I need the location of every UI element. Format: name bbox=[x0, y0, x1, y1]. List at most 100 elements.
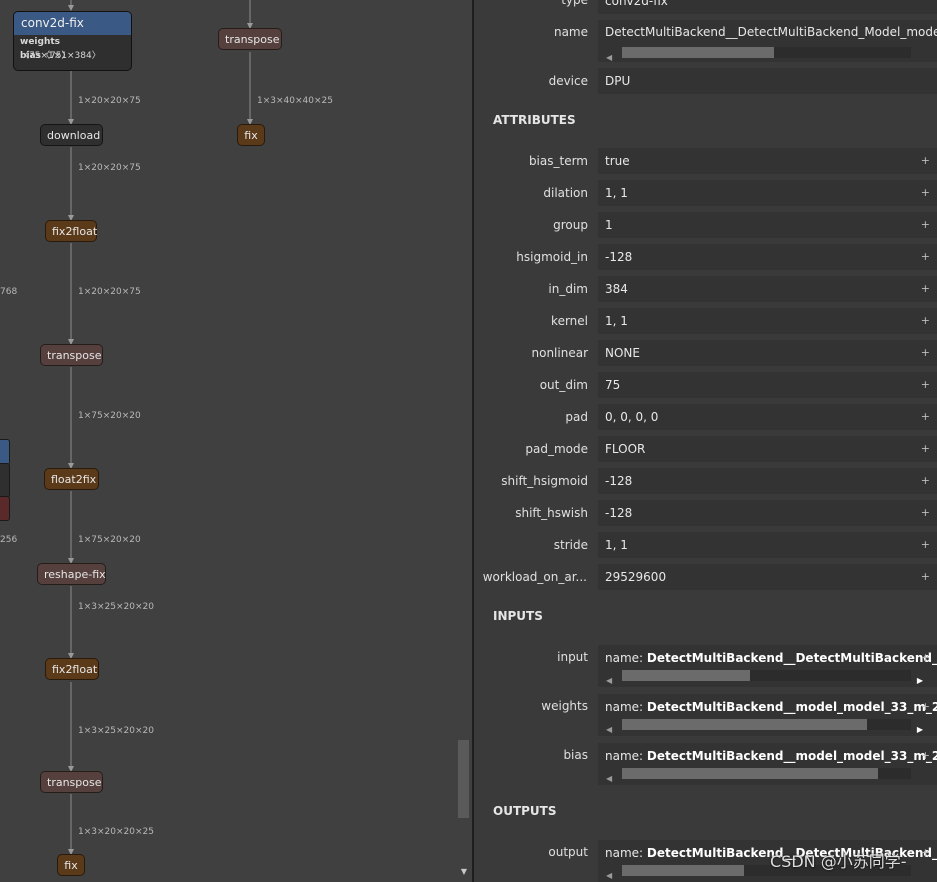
expand-plus-icon[interactable]: + bbox=[921, 468, 930, 494]
node-transpose[interactable]: transpose bbox=[40, 771, 103, 793]
edge-shape-label: 1×20×20×75 bbox=[78, 163, 141, 173]
prop-label-type: type bbox=[561, 0, 588, 7]
scroll-left-arrow-icon[interactable]: ◀ bbox=[606, 45, 612, 62]
node-download[interactable]: download bbox=[40, 124, 103, 146]
input-value-bias[interactable]: name: DetectMultiBackend__model_model_33… bbox=[598, 743, 937, 785]
edge-shape-label: 1×3×25×20×20 bbox=[78, 726, 154, 736]
attr-value-text: FLOOR bbox=[605, 442, 646, 456]
scroll-thumb[interactable] bbox=[622, 719, 867, 730]
expand-plus-icon[interactable]: + bbox=[921, 436, 930, 462]
scroll-left-arrow-icon[interactable]: ◀ bbox=[606, 863, 612, 882]
section-title-attributes: ATTRIBUTES bbox=[493, 113, 576, 127]
partial-node-footer[interactable] bbox=[0, 496, 10, 521]
expand-plus-icon[interactable]: + bbox=[921, 372, 930, 398]
graph-vertical-scrollbar[interactable] bbox=[458, 740, 469, 818]
node-fix2float[interactable]: fix2float bbox=[45, 220, 97, 242]
scroll-left-arrow-icon[interactable]: ◀ bbox=[606, 766, 612, 785]
partial-node-header[interactable] bbox=[0, 439, 10, 465]
expand-plus-icon[interactable]: + bbox=[921, 148, 930, 174]
attr-value-group[interactable]: 1 + bbox=[598, 212, 937, 238]
attr-label: pad_mode bbox=[525, 442, 588, 456]
expand-plus-icon[interactable]: + bbox=[921, 564, 930, 590]
node-transpose[interactable]: transpose bbox=[218, 28, 282, 50]
prop-value-text[interactable]: DetectMultiBackend__DetectMultiBackend_M… bbox=[605, 25, 937, 39]
expand-plus-icon[interactable]: + bbox=[921, 308, 930, 334]
output-label: output bbox=[548, 845, 588, 859]
scroll-right-arrow-icon[interactable]: ▶ bbox=[917, 717, 923, 736]
node-float2fix[interactable]: float2fix bbox=[44, 468, 99, 490]
attr-value-shift_hsigmoid[interactable]: -128 + bbox=[598, 468, 937, 494]
expand-plus-icon[interactable]: + bbox=[921, 212, 930, 238]
node-conv2d-fix[interactable]: conv2d-fix weights〈75×1×1×384〉 bias〈75〉 bbox=[13, 11, 132, 71]
attr-label: group bbox=[553, 218, 588, 232]
node-fix[interactable]: fix bbox=[57, 854, 85, 876]
node-weights-row: weights〈75×1×1×384〉 bbox=[14, 35, 131, 61]
scroll-right-arrow-icon[interactable]: ▶ bbox=[917, 668, 923, 687]
attr-value-out_dim[interactable]: 75 + bbox=[598, 372, 937, 398]
expand-plus-icon[interactable]: + bbox=[921, 244, 930, 270]
edge-shape-label: 1×75×20×20 bbox=[78, 411, 141, 421]
scroll-left-arrow-icon[interactable]: ◀ bbox=[606, 717, 612, 736]
scroll-thumb[interactable] bbox=[622, 768, 878, 779]
prop-value-device: DPU bbox=[598, 68, 937, 94]
io-name-prefix: name: bbox=[605, 651, 644, 665]
edge-shape-label: 1×3×20×20×25 bbox=[78, 827, 154, 837]
scroll-thumb[interactable] bbox=[622, 47, 774, 58]
input-value-weights[interactable]: name: DetectMultiBackend__model_model_33… bbox=[598, 694, 937, 736]
input-value-input[interactable]: name: DetectMultiBackend__DetectMultiBac… bbox=[598, 645, 937, 687]
expand-plus-icon[interactable]: + bbox=[921, 340, 930, 366]
graph-canvas[interactable]: conv2d-fix weights〈75×1×1×384〉 bias〈75〉 … bbox=[0, 0, 472, 882]
node-transpose[interactable]: transpose bbox=[40, 344, 103, 366]
scroll-thumb[interactable] bbox=[622, 865, 744, 876]
expand-plus-icon[interactable]: + bbox=[921, 404, 930, 430]
expand-plus-icon[interactable]: + bbox=[921, 276, 930, 302]
prop-label-name: name bbox=[553, 25, 588, 39]
io-name-value[interactable]: DetectMultiBackend__model_model_33_m_2_b… bbox=[647, 749, 937, 763]
attr-label: hsigmoid_in bbox=[516, 250, 588, 264]
expand-plus-icon[interactable]: + bbox=[921, 500, 930, 526]
attr-value-pad[interactable]: 0, 0, 0, 0 + bbox=[598, 404, 937, 430]
edge-shape-label-partial: 768 bbox=[0, 287, 18, 297]
attr-label: kernel bbox=[551, 314, 588, 328]
bias-horizontal-scrollbar[interactable]: ◀ bbox=[604, 765, 923, 783]
attr-label: in_dim bbox=[548, 282, 588, 296]
io-name-value[interactable]: DetectMultiBackend__model_model_33_m_2_w… bbox=[647, 700, 937, 714]
weights-horizontal-scrollbar[interactable]: ◀ ▶ bbox=[604, 716, 923, 734]
scroll-thumb[interactable] bbox=[622, 670, 750, 681]
io-name-value[interactable]: DetectMultiBackend__DetectMultiBackend_M… bbox=[647, 651, 937, 665]
attr-value-text: -128 bbox=[605, 474, 633, 488]
input-label: bias bbox=[563, 748, 588, 762]
partial-node-body[interactable] bbox=[0, 463, 10, 498]
attr-value-stride[interactable]: 1, 1 + bbox=[598, 532, 937, 558]
name-horizontal-scrollbar[interactable]: ◀ bbox=[604, 44, 923, 62]
attr-value-dilation[interactable]: 1, 1 + bbox=[598, 180, 937, 206]
attr-value-kernel[interactable]: 1, 1 + bbox=[598, 308, 937, 334]
attr-value-pad_mode[interactable]: FLOOR + bbox=[598, 436, 937, 462]
expand-plus-icon[interactable]: + bbox=[921, 180, 930, 206]
input-label: input bbox=[557, 650, 588, 664]
scroll-left-arrow-icon[interactable]: ◀ bbox=[606, 668, 612, 687]
prop-value-text: conv2d-fix bbox=[605, 0, 668, 8]
attr-value-text: -128 bbox=[605, 250, 633, 264]
attr-value-bias_term[interactable]: true + bbox=[598, 148, 937, 174]
attr-value-nonlinear[interactable]: NONE + bbox=[598, 340, 937, 366]
attr-value-text: true bbox=[605, 154, 630, 168]
attr-label: nonlinear bbox=[531, 346, 589, 360]
attr-value-in_dim[interactable]: 384 + bbox=[598, 276, 937, 302]
bias-shape: 〈75〉 bbox=[40, 51, 71, 61]
attr-value-shift_hswish[interactable]: -128 + bbox=[598, 500, 937, 526]
attr-value-text: 1, 1 bbox=[605, 314, 628, 328]
input-horizontal-scrollbar[interactable]: ◀ ▶ bbox=[604, 667, 923, 685]
node-fix2float[interactable]: fix2float bbox=[45, 658, 99, 680]
attr-value-hsigmoid_in[interactable]: -128 + bbox=[598, 244, 937, 270]
prop-value-name: DetectMultiBackend__DetectMultiBackend_M… bbox=[598, 20, 937, 62]
scroll-down-arrow-icon[interactable]: ▼ bbox=[458, 866, 470, 878]
properties-panel: type conv2d-fix name DetectMultiBackend_… bbox=[474, 0, 937, 882]
attr-value-workload[interactable]: 29529600 + bbox=[598, 564, 937, 590]
expand-plus-icon[interactable]: + bbox=[921, 532, 930, 558]
node-fix[interactable]: fix bbox=[237, 124, 265, 146]
edge-shape-label: 1×3×40×40×25 bbox=[257, 96, 333, 106]
prop-label-device: device bbox=[548, 74, 588, 88]
watermark-text: CSDN @小苏同学- bbox=[770, 852, 907, 871]
node-reshape-fix[interactable]: reshape-fix bbox=[37, 563, 106, 585]
